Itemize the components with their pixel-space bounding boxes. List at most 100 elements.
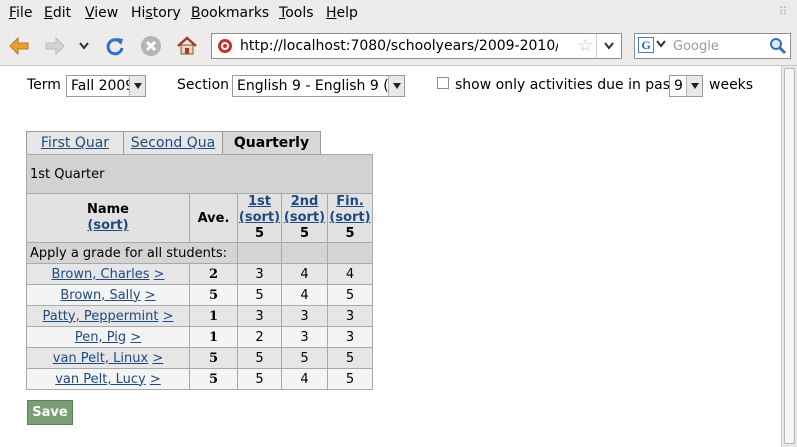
forward-button[interactable] [42, 33, 68, 59]
student-name-link[interactable]: Pen, Pig [75, 330, 126, 345]
student-name-cell: Brown, Sally > [26, 284, 190, 306]
average-cell: 5 [189, 347, 238, 369]
student-name-link[interactable]: Patty, Peppermint [42, 309, 158, 324]
scrollbar-thumb[interactable] [784, 68, 795, 444]
grade-cell[interactable]: 5 [237, 347, 282, 369]
reload-button[interactable] [102, 33, 128, 59]
back-button[interactable] [6, 33, 32, 59]
grade-cell[interactable]: 4 [281, 368, 328, 390]
sort-final-link[interactable]: (sort) [328, 210, 372, 226]
section-select[interactable]: English 9 - English 9 (1) [232, 75, 405, 97]
sort-by-name-link[interactable]: (sort) [27, 218, 189, 234]
student-detail-link[interactable]: > [145, 288, 156, 303]
activity-header-1st: 1st (sort) 5 [237, 193, 282, 243]
average-cell: 5 [189, 284, 238, 306]
menu-help[interactable]: Help [326, 5, 358, 21]
address-bar[interactable]: ☆ [211, 33, 622, 59]
grade-cell[interactable]: 4 [281, 284, 328, 306]
menu-history[interactable]: History [131, 5, 181, 21]
home-button[interactable] [174, 33, 200, 59]
table-row: Patty, Peppermint > 1 3 3 3 [26, 305, 373, 327]
student-name-link[interactable]: Brown, Charles [51, 267, 149, 282]
grade-cell[interactable]: 3 [327, 305, 373, 327]
student-detail-link[interactable]: > [163, 309, 174, 324]
weeks-label: weeks [709, 77, 754, 93]
grade-cell[interactable]: 3 [237, 305, 282, 327]
vertical-scrollbar[interactable] [781, 66, 797, 447]
student-detail-link[interactable]: > [152, 351, 163, 366]
grade-cell[interactable]: 2 [237, 326, 282, 348]
site-identity-icon [218, 39, 232, 53]
stop-icon [141, 36, 161, 56]
activity-final-link[interactable]: Fin. [328, 194, 372, 210]
menu-tools[interactable]: Tools [279, 5, 314, 21]
gradebook-table: 1st Quarter Name (sort) Ave. 1st (sort) … [26, 154, 373, 390]
table-row: van Pelt, Linux > 5 5 5 5 [26, 347, 373, 369]
menu-view[interactable]: View [85, 5, 118, 21]
search-input[interactable] [673, 37, 769, 55]
reload-icon [106, 38, 124, 56]
student-detail-link[interactable]: > [130, 330, 141, 345]
grade-cell[interactable]: 5 [327, 284, 373, 306]
student-name-link[interactable]: Brown, Sally [60, 288, 140, 303]
grade-cell[interactable]: 5 [327, 368, 373, 390]
activity-1st-link[interactable]: 1st [238, 194, 281, 210]
search-bar[interactable]: G [634, 33, 791, 59]
tab-first-quarter[interactable]: First Quar [26, 131, 124, 154]
save-button[interactable]: Save [27, 400, 73, 425]
table-row: van Pelt, Lucy > 5 5 4 5 [26, 368, 373, 390]
grade-cell[interactable]: 5 [237, 368, 282, 390]
student-name-link[interactable]: van Pelt, Linux [53, 351, 148, 366]
toolbar-grip-icon: ⠿ [779, 5, 788, 18]
chevron-down-icon[interactable] [656, 40, 666, 48]
bookmark-star-icon[interactable]: ☆ [578, 36, 593, 56]
quarter-caption: 1st Quarter [26, 154, 373, 194]
term-select[interactable]: Fall 2009 [66, 75, 146, 97]
term-label: Term [27, 77, 61, 93]
student-name-cell: Pen, Pig > [26, 326, 190, 348]
sort-1st-link[interactable]: (sort) [238, 210, 281, 226]
apply-grade-cell-2nd[interactable] [281, 242, 328, 264]
table-row: Pen, Pig > 1 2 3 3 [26, 326, 373, 348]
grade-cell[interactable]: 3 [327, 326, 373, 348]
grade-cell[interactable]: 4 [281, 263, 328, 285]
chevron-down-icon [79, 42, 89, 50]
activity-header-final: Fin. (sort) 5 [327, 193, 373, 243]
tab-second-quarter[interactable]: Second Qua [123, 131, 223, 154]
grade-cell[interactable]: 4 [327, 263, 373, 285]
average-cell: 5 [189, 368, 238, 390]
average-cell: 2 [189, 263, 238, 285]
student-name-cell: Brown, Charles > [26, 263, 190, 285]
section-label: Section [177, 77, 230, 93]
show-only-due-checkbox[interactable] [437, 77, 449, 89]
url-input[interactable] [240, 37, 558, 55]
quarter-caption-row: 1st Quarter [26, 154, 373, 194]
apply-grade-cell-1st[interactable] [237, 242, 282, 264]
activity-2nd-link[interactable]: 2nd [282, 194, 327, 210]
stop-button[interactable] [138, 33, 164, 59]
tab-quarterly[interactable]: Quarterly [222, 131, 321, 154]
forward-arrow-icon [45, 36, 65, 56]
student-detail-link[interactable]: > [150, 372, 161, 387]
menu-file[interactable]: File [9, 5, 32, 21]
student-detail-link[interactable]: > [154, 267, 165, 282]
apply-grade-cell-final[interactable] [327, 242, 373, 264]
grade-cell[interactable]: 5 [237, 284, 282, 306]
menu-file-rest: ile [16, 5, 33, 21]
grade-cell[interactable]: 5 [327, 347, 373, 369]
menu-bookmarks[interactable]: Bookmarks [191, 5, 269, 21]
student-name-link[interactable]: van Pelt, Lucy [55, 372, 145, 387]
menu-edit[interactable]: Edit [44, 5, 71, 21]
grade-cell[interactable]: 3 [281, 305, 328, 327]
grade-cell[interactable]: 3 [281, 326, 328, 348]
sort-2nd-link[interactable]: (sort) [282, 210, 327, 226]
weeks-select[interactable]: 9 [669, 75, 703, 97]
url-history-dropdown[interactable] [596, 34, 621, 58]
google-engine-icon[interactable]: G [638, 37, 654, 53]
show-only-label: show only activities due in past [455, 77, 676, 93]
grade-cell[interactable]: 3 [237, 263, 282, 285]
apply-grade-label: Apply a grade for all students: [26, 242, 238, 264]
history-dropdown-button[interactable] [74, 33, 94, 59]
grade-cell[interactable]: 5 [281, 347, 328, 369]
search-icon[interactable] [769, 37, 787, 55]
